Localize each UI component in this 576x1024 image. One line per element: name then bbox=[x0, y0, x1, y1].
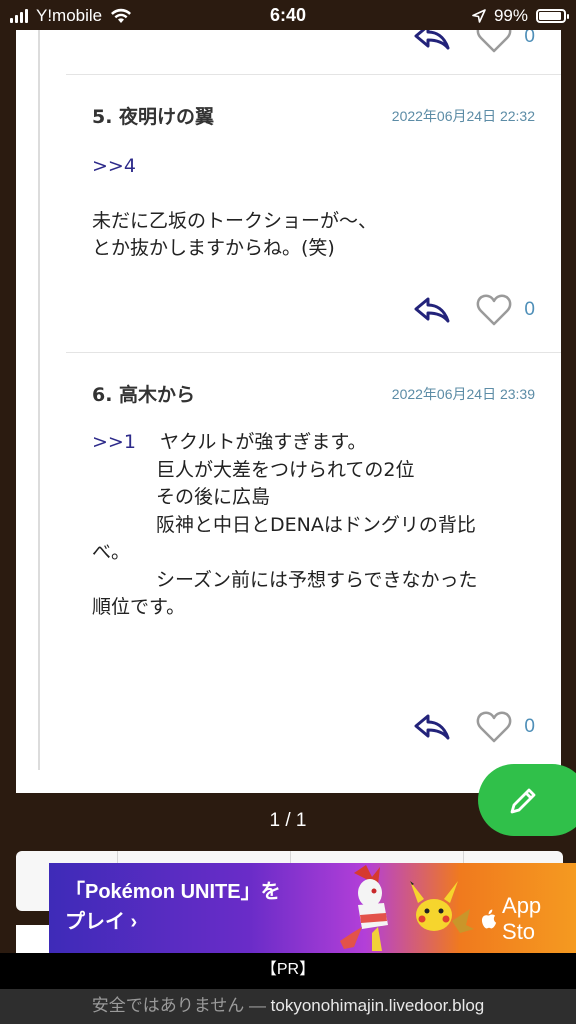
comment-body: >>4 未だに乙坂のトークショーが〜、 とか抜かしますからね。(笑) bbox=[92, 153, 552, 263]
reply-anchor-link[interactable]: >>4 bbox=[92, 155, 136, 177]
comment-header: 6. 高木から 2022年06月24日 23:39 bbox=[92, 380, 535, 407]
ad-character-illustration bbox=[340, 865, 474, 951]
comment-text-line: 巨人が大差をつけられての2位 bbox=[156, 458, 415, 481]
thread-line bbox=[38, 30, 40, 770]
pr-label: 【PR】 bbox=[0, 953, 576, 989]
heart-icon[interactable] bbox=[476, 710, 512, 744]
comment-text-line: とか抜かしますからね。(笑) bbox=[92, 237, 335, 259]
comment-body: >>1 ヤクルトが強すぎます。 巨人が大差をつけられての2位 その後に広島 阪神と… bbox=[92, 429, 552, 622]
heart-icon[interactable] bbox=[476, 293, 512, 327]
comment-date: 2022年06月24日 22:32 bbox=[391, 107, 535, 124]
comment-header: 5. 夜明けの翼 2022年06月24日 22:32 bbox=[92, 102, 535, 129]
app-store-label: App Sto bbox=[502, 893, 542, 944]
comment-actions-previous: 0 bbox=[412, 30, 535, 54]
comment-actions: 0 bbox=[412, 710, 535, 744]
page-indicator: 1 / 1 bbox=[269, 810, 307, 831]
like-count: 0 bbox=[524, 716, 535, 737]
like-count: 0 bbox=[524, 30, 535, 47]
comment-divider bbox=[66, 74, 561, 75]
ad-line: プレイ › bbox=[65, 911, 138, 933]
comment-text-line: ヤクルトが強すぎます。 bbox=[159, 431, 367, 453]
comment-author: 5. 夜明けの翼 bbox=[92, 106, 215, 128]
reply-anchor-link[interactable]: >>1 bbox=[92, 431, 136, 453]
ad-headline: 「Pokémon UNITE」を プレイ › bbox=[65, 877, 281, 937]
comment-text-line: シーズン前には予想すらできなかった bbox=[156, 568, 478, 591]
heart-icon[interactable] bbox=[476, 30, 512, 54]
comment-text-line: 順位です。 bbox=[92, 596, 186, 618]
comment-actions: 0 bbox=[412, 293, 535, 327]
comment-author: 6. 高木から bbox=[92, 384, 196, 406]
app-store-link[interactable]: App Sto bbox=[481, 893, 576, 945]
battery-fill bbox=[539, 12, 561, 20]
location-arrow-icon bbox=[472, 9, 486, 23]
apple-icon bbox=[481, 909, 497, 929]
comment-text-line: べ。 bbox=[92, 541, 131, 563]
like-count: 0 bbox=[524, 299, 535, 320]
status-bar-right: 99% bbox=[472, 6, 569, 26]
battery-percent: 99% bbox=[493, 6, 528, 25]
battery-icon bbox=[536, 9, 569, 23]
address-bar[interactable]: 安全ではありません — tokyonohimajin.livedoor.blog bbox=[0, 989, 576, 1024]
comment-list: 0 5. 夜明けの翼 2022年06月24日 22:32 >>4 未だに乙坂のト… bbox=[16, 30, 561, 793]
address-domain: tokyonohimajin.livedoor.blog bbox=[270, 996, 485, 1015]
ad-banner[interactable]: 「Pokémon UNITE」を プレイ › App Sto bbox=[49, 863, 576, 953]
comment-text-line: 未だに乙坂のトークショーが〜、 bbox=[92, 209, 378, 232]
comment-text-line: その後に広島 bbox=[156, 486, 271, 508]
ad-line: 「Pokémon UNITE」を bbox=[65, 881, 281, 903]
comment-text-line: 阪神と中日とDENAはドングリの背比 bbox=[156, 513, 476, 536]
status-bar: Y!mobile 6:40 99% bbox=[0, 0, 576, 30]
insecure-warning: 安全ではありません — bbox=[91, 996, 271, 1015]
comment-date: 2022年06月24日 23:39 bbox=[391, 385, 535, 402]
reply-arrow-icon[interactable] bbox=[412, 295, 452, 325]
comment-divider bbox=[66, 352, 561, 353]
reply-arrow-icon[interactable] bbox=[412, 30, 452, 52]
reply-arrow-icon[interactable] bbox=[412, 712, 452, 742]
